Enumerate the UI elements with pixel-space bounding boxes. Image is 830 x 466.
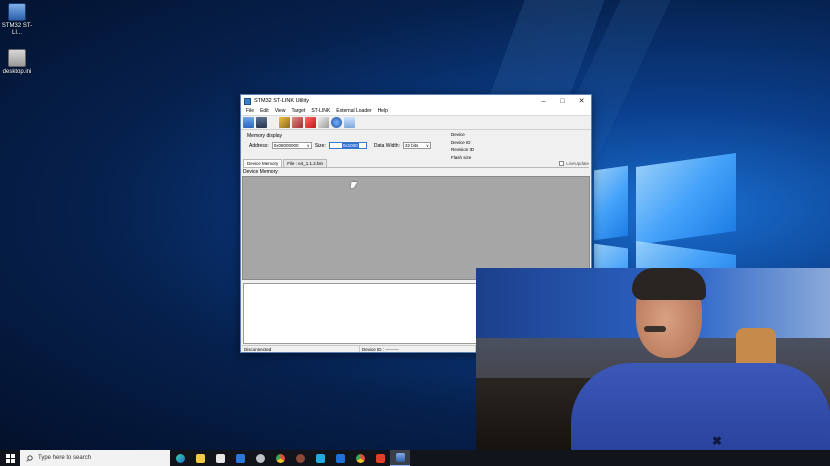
chrome-icon[interactable] — [270, 450, 290, 466]
tab-device-memory[interactable]: Device Memory — [243, 159, 283, 167]
device-id-label: Device ID — [451, 139, 471, 145]
menu-target[interactable]: Target — [288, 108, 308, 114]
device-info-panel: Device Device ID Revision ID Flash size — [449, 131, 589, 161]
revision-id-label: Revision ID — [451, 147, 475, 152]
minimize-icon[interactable]: – — [534, 98, 553, 105]
window-title: STM32 ST-LINK Utility — [254, 98, 310, 104]
windows-logo-pane — [636, 152, 736, 246]
edge-icon[interactable] — [170, 450, 190, 466]
close-icon[interactable]: ✕ — [572, 97, 591, 105]
app-icon-gray[interactable] — [250, 450, 270, 466]
tab-strip: Device Memory File : e4_1.1.2.bin LiveUp… — [243, 159, 589, 168]
toolbar — [241, 116, 591, 130]
status-connection: Disconnected — [242, 346, 360, 352]
webcam-person-mustache — [644, 326, 666, 332]
title-bar[interactable]: STM32 ST-LINK Utility – □ ✕ — [241, 95, 591, 107]
chevron-down-icon: ∨ — [426, 143, 429, 148]
desktop-icon-desktop-ini[interactable]: desktop.ini — [0, 49, 34, 76]
program-icon[interactable] — [318, 117, 329, 128]
connect-icon[interactable] — [269, 117, 277, 128]
cube-ide-icon[interactable] — [310, 450, 330, 466]
maximize-icon[interactable]: □ — [553, 98, 572, 105]
disconnect-icon[interactable] — [292, 117, 303, 128]
app-icon-red[interactable] — [370, 450, 390, 466]
memory-display-fields: Address: 0x08000000 ∨ Size: 0x1000 Data … — [249, 142, 431, 149]
connect-icon[interactable] — [279, 117, 290, 128]
taskbar-search-box[interactable]: Type here to search — [20, 450, 170, 466]
tab-file[interactable]: File : e4_1.1.2.bin — [283, 159, 328, 167]
app-icon-dark[interactable] — [290, 450, 310, 466]
data-width-label: Data Width: — [373, 142, 400, 149]
chevron-down-icon: ∨ — [306, 143, 310, 148]
shirt-logo-icon: ✖ — [712, 434, 723, 448]
live-update-label: LiveUpdate — [566, 161, 589, 166]
memory-display-legend: Memory display — [247, 133, 283, 139]
webcam-overlay: ✖ — [476, 268, 830, 451]
app-icon-blue[interactable] — [330, 450, 350, 466]
disk-icon[interactable] — [256, 117, 267, 128]
erase-icon[interactable] — [305, 117, 316, 128]
menu-help[interactable]: Help — [375, 108, 391, 114]
memory-display-group: Memory display Address: 0x08000000 ∨ Siz… — [243, 131, 443, 153]
chrome-icon-2[interactable] — [350, 450, 370, 466]
stlink-app-icon — [8, 3, 26, 21]
webcam-person-hair — [632, 268, 706, 300]
search-icon — [26, 454, 33, 462]
size-value: 0x1000 — [341, 143, 359, 148]
windows-logo-pane — [594, 165, 628, 241]
taskbar: Type here to search — [0, 450, 830, 466]
webcam-person-shirt — [571, 363, 830, 451]
store-icon[interactable] — [210, 450, 230, 466]
address-combo[interactable]: 0x08000000 ∨ — [271, 142, 312, 149]
save-icon[interactable] — [243, 117, 254, 128]
address-value: 0x08000000 — [273, 143, 299, 148]
status-device-id: Device ID : --------- — [360, 346, 476, 352]
search-placeholder: Type here to search — [38, 455, 92, 461]
mouse-cursor — [350, 182, 358, 188]
menu-bar: File Edit View Target ST-LINK External L… — [241, 107, 591, 116]
menu-view[interactable]: View — [272, 108, 289, 114]
data-width-combo[interactable]: 32 bits ∨ — [402, 142, 431, 149]
windows-start-icon — [5, 453, 15, 463]
menu-edit[interactable]: Edit — [257, 108, 272, 114]
live-update-checkbox[interactable] — [559, 161, 565, 166]
menu-file[interactable]: File — [243, 108, 257, 114]
data-width-value: 32 bits — [404, 143, 419, 148]
desktop-icon-label: desktop.ini — [2, 69, 32, 75]
device-label: Device — [451, 132, 465, 137]
size-input[interactable]: 0x1000 — [328, 142, 367, 149]
gear-file-icon — [8, 49, 26, 67]
menu-stlink[interactable]: ST-LINK — [308, 108, 333, 114]
live-update-toggle[interactable]: LiveUpdate — [559, 161, 589, 167]
memory-grid[interactable] — [242, 176, 590, 280]
size-label: Size: — [314, 142, 326, 149]
device-memory-label: Device Memory — [243, 169, 278, 175]
settings-icon[interactable] — [344, 117, 355, 128]
compare-icon[interactable] — [331, 117, 342, 128]
address-label: Address: — [249, 142, 269, 149]
stlink-taskbar-icon[interactable] — [390, 450, 410, 466]
file-explorer-icon[interactable] — [190, 450, 210, 466]
menu-external-loader[interactable]: External Loader — [333, 108, 374, 114]
mail-icon[interactable] — [230, 450, 250, 466]
start-button[interactable] — [0, 450, 20, 466]
desktop-icon-stlink[interactable]: STM32 ST-LI... — [0, 3, 34, 37]
app-icon — [244, 97, 251, 105]
desktop-icon-label: STM32 ST-LI... — [1, 23, 33, 36]
